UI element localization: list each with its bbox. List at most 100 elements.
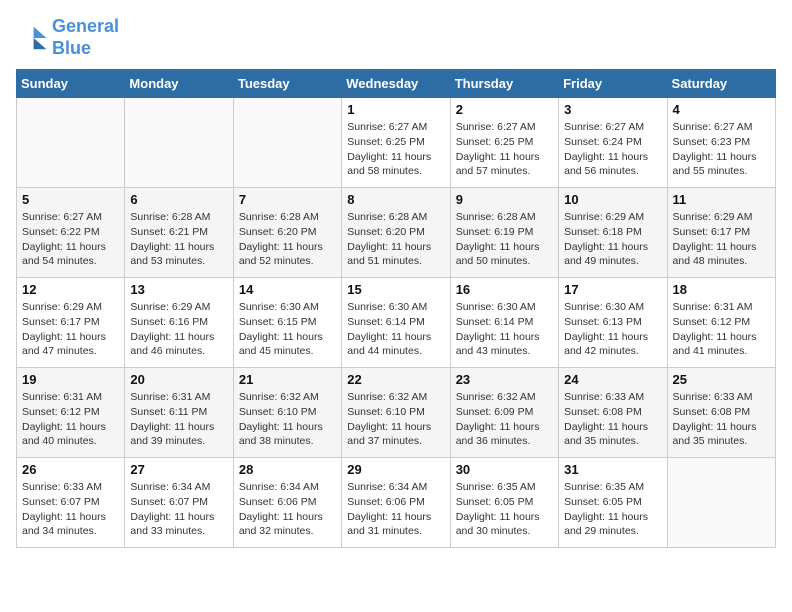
day-info: Sunrise: 6:28 AM Sunset: 6:20 PM Dayligh… xyxy=(347,210,444,269)
day-number: 30 xyxy=(456,462,553,477)
day-info: Sunrise: 6:34 AM Sunset: 6:06 PM Dayligh… xyxy=(347,480,444,539)
calendar-cell: 24Sunrise: 6:33 AM Sunset: 6:08 PM Dayli… xyxy=(559,368,667,458)
day-number: 8 xyxy=(347,192,444,207)
calendar-cell: 19 Sunrise: 6:31 AM Sunset: 6:12 PM Dayli… xyxy=(17,368,125,458)
calendar-cell: 20 Sunrise: 6:31 AM Sunset: 6:11 PM Dayli… xyxy=(125,368,233,458)
day-number: 17 xyxy=(564,282,661,297)
calendar-cell: 27 Sunrise: 6:34 AM Sunset: 6:07 PM Dayli… xyxy=(125,458,233,548)
calendar-cell: 8 Sunrise: 6:28 AM Sunset: 6:20 PM Daylig… xyxy=(342,188,450,278)
day-info: Sunrise: 6:30 AM Sunset: 6:14 PM Dayligh… xyxy=(456,300,553,359)
calendar-cell: 17 Sunrise: 6:30 AM Sunset: 6:13 PM Dayli… xyxy=(559,278,667,368)
calendar-cell: 21 Sunrise: 6:32 AM Sunset: 6:10 PM Dayli… xyxy=(233,368,341,458)
calendar-cell: 4Sunrise: 6:27 AM Sunset: 6:23 PM Daylig… xyxy=(667,98,775,188)
calendar-cell: 9Sunrise: 6:28 AM Sunset: 6:19 PM Daylig… xyxy=(450,188,558,278)
weekday-header: Friday xyxy=(559,70,667,98)
calendar-cell xyxy=(233,98,341,188)
day-number: 15 xyxy=(347,282,444,297)
day-info: Sunrise: 6:34 AM Sunset: 6:06 PM Dayligh… xyxy=(239,480,336,539)
logo-text: General Blue xyxy=(52,16,119,59)
calendar-cell: 23 Sunrise: 6:32 AM Sunset: 6:09 PM Dayli… xyxy=(450,368,558,458)
calendar-cell: 13Sunrise: 6:29 AM Sunset: 6:16 PM Dayli… xyxy=(125,278,233,368)
calendar-cell: 18Sunrise: 6:31 AM Sunset: 6:12 PM Dayli… xyxy=(667,278,775,368)
day-info: Sunrise: 6:32 AM Sunset: 6:10 PM Dayligh… xyxy=(347,390,444,449)
day-number: 21 xyxy=(239,372,336,387)
day-number: 29 xyxy=(347,462,444,477)
calendar-week-row: 5 Sunrise: 6:27 AM Sunset: 6:22 PM Daylig… xyxy=(17,188,776,278)
day-number: 6 xyxy=(130,192,227,207)
calendar-week-row: 12 Sunrise: 6:29 AM Sunset: 6:17 PM Dayli… xyxy=(17,278,776,368)
calendar-cell: 10Sunrise: 6:29 AM Sunset: 6:18 PM Dayli… xyxy=(559,188,667,278)
day-number: 1 xyxy=(347,102,444,117)
day-info: Sunrise: 6:33 AM Sunset: 6:07 PM Dayligh… xyxy=(22,480,119,539)
calendar-cell: 31Sunrise: 6:35 AM Sunset: 6:05 PM Dayli… xyxy=(559,458,667,548)
day-info: Sunrise: 6:28 AM Sunset: 6:19 PM Dayligh… xyxy=(456,210,553,269)
day-info: Sunrise: 6:28 AM Sunset: 6:21 PM Dayligh… xyxy=(130,210,227,269)
weekday-header: Sunday xyxy=(17,70,125,98)
logo: General Blue xyxy=(16,16,119,59)
day-info: Sunrise: 6:27 AM Sunset: 6:25 PM Dayligh… xyxy=(347,120,444,179)
day-number: 16 xyxy=(456,282,553,297)
calendar-cell xyxy=(17,98,125,188)
calendar-cell: 22 Sunrise: 6:32 AM Sunset: 6:10 PM Dayli… xyxy=(342,368,450,458)
day-info: Sunrise: 6:29 AM Sunset: 6:18 PM Dayligh… xyxy=(564,210,661,269)
day-info: Sunrise: 6:31 AM Sunset: 6:12 PM Dayligh… xyxy=(673,300,770,359)
day-info: Sunrise: 6:27 AM Sunset: 6:22 PM Dayligh… xyxy=(22,210,119,269)
day-info: Sunrise: 6:27 AM Sunset: 6:25 PM Dayligh… xyxy=(456,120,553,179)
day-info: Sunrise: 6:33 AM Sunset: 6:08 PM Dayligh… xyxy=(673,390,770,449)
day-number: 12 xyxy=(22,282,119,297)
day-info: Sunrise: 6:31 AM Sunset: 6:11 PM Dayligh… xyxy=(130,390,227,449)
calendar-cell: 28 Sunrise: 6:34 AM Sunset: 6:06 PM Dayli… xyxy=(233,458,341,548)
day-number: 3 xyxy=(564,102,661,117)
calendar-cell: 5 Sunrise: 6:27 AM Sunset: 6:22 PM Daylig… xyxy=(17,188,125,278)
calendar-week-row: 19 Sunrise: 6:31 AM Sunset: 6:12 PM Dayli… xyxy=(17,368,776,458)
calendar-cell: 26Sunrise: 6:33 AM Sunset: 6:07 PM Dayli… xyxy=(17,458,125,548)
weekday-header: Wednesday xyxy=(342,70,450,98)
calendar-cell: 16 Sunrise: 6:30 AM Sunset: 6:14 PM Dayli… xyxy=(450,278,558,368)
day-info: Sunrise: 6:28 AM Sunset: 6:20 PM Dayligh… xyxy=(239,210,336,269)
calendar-cell: 30 Sunrise: 6:35 AM Sunset: 6:05 PM Dayli… xyxy=(450,458,558,548)
day-info: Sunrise: 6:33 AM Sunset: 6:08 PM Dayligh… xyxy=(564,390,661,449)
day-info: Sunrise: 6:34 AM Sunset: 6:07 PM Dayligh… xyxy=(130,480,227,539)
day-info: Sunrise: 6:27 AM Sunset: 6:24 PM Dayligh… xyxy=(564,120,661,179)
day-number: 14 xyxy=(239,282,336,297)
weekday-header: Monday xyxy=(125,70,233,98)
calendar-cell: 25 Sunrise: 6:33 AM Sunset: 6:08 PM Dayli… xyxy=(667,368,775,458)
day-number: 27 xyxy=(130,462,227,477)
day-info: Sunrise: 6:29 AM Sunset: 6:17 PM Dayligh… xyxy=(673,210,770,269)
calendar-cell: 12 Sunrise: 6:29 AM Sunset: 6:17 PM Dayli… xyxy=(17,278,125,368)
calendar-cell: 15 Sunrise: 6:30 AM Sunset: 6:14 PM Dayli… xyxy=(342,278,450,368)
calendar-cell: 11 Sunrise: 6:29 AM Sunset: 6:17 PM Dayli… xyxy=(667,188,775,278)
calendar-week-row: 1 Sunrise: 6:27 AM Sunset: 6:25 PM Daylig… xyxy=(17,98,776,188)
day-number: 19 xyxy=(22,372,119,387)
day-info: Sunrise: 6:29 AM Sunset: 6:17 PM Dayligh… xyxy=(22,300,119,359)
calendar-cell: 2Sunrise: 6:27 AM Sunset: 6:25 PM Daylig… xyxy=(450,98,558,188)
day-number: 25 xyxy=(673,372,770,387)
calendar-table: SundayMondayTuesdayWednesdayThursdayFrid… xyxy=(16,69,776,548)
day-number: 20 xyxy=(130,372,227,387)
calendar-cell: 6 Sunrise: 6:28 AM Sunset: 6:21 PM Daylig… xyxy=(125,188,233,278)
calendar-week-row: 26Sunrise: 6:33 AM Sunset: 6:07 PM Dayli… xyxy=(17,458,776,548)
day-number: 28 xyxy=(239,462,336,477)
day-number: 5 xyxy=(22,192,119,207)
day-number: 23 xyxy=(456,372,553,387)
day-info: Sunrise: 6:32 AM Sunset: 6:10 PM Dayligh… xyxy=(239,390,336,449)
calendar-cell: 7 Sunrise: 6:28 AM Sunset: 6:20 PM Daylig… xyxy=(233,188,341,278)
day-info: Sunrise: 6:27 AM Sunset: 6:23 PM Dayligh… xyxy=(673,120,770,179)
calendar-cell: 14 Sunrise: 6:30 AM Sunset: 6:15 PM Dayli… xyxy=(233,278,341,368)
day-info: Sunrise: 6:30 AM Sunset: 6:15 PM Dayligh… xyxy=(239,300,336,359)
page-header: General Blue xyxy=(16,16,776,59)
calendar-cell xyxy=(125,98,233,188)
day-info: Sunrise: 6:29 AM Sunset: 6:16 PM Dayligh… xyxy=(130,300,227,359)
day-number: 11 xyxy=(673,192,770,207)
day-number: 7 xyxy=(239,192,336,207)
day-info: Sunrise: 6:30 AM Sunset: 6:14 PM Dayligh… xyxy=(347,300,444,359)
day-number: 22 xyxy=(347,372,444,387)
day-info: Sunrise: 6:30 AM Sunset: 6:13 PM Dayligh… xyxy=(564,300,661,359)
weekday-header: Tuesday xyxy=(233,70,341,98)
day-info: Sunrise: 6:31 AM Sunset: 6:12 PM Dayligh… xyxy=(22,390,119,449)
day-info: Sunrise: 6:32 AM Sunset: 6:09 PM Dayligh… xyxy=(456,390,553,449)
day-info: Sunrise: 6:35 AM Sunset: 6:05 PM Dayligh… xyxy=(456,480,553,539)
day-number: 31 xyxy=(564,462,661,477)
calendar-header: SundayMondayTuesdayWednesdayThursdayFrid… xyxy=(17,70,776,98)
calendar-cell: 29 Sunrise: 6:34 AM Sunset: 6:06 PM Dayli… xyxy=(342,458,450,548)
